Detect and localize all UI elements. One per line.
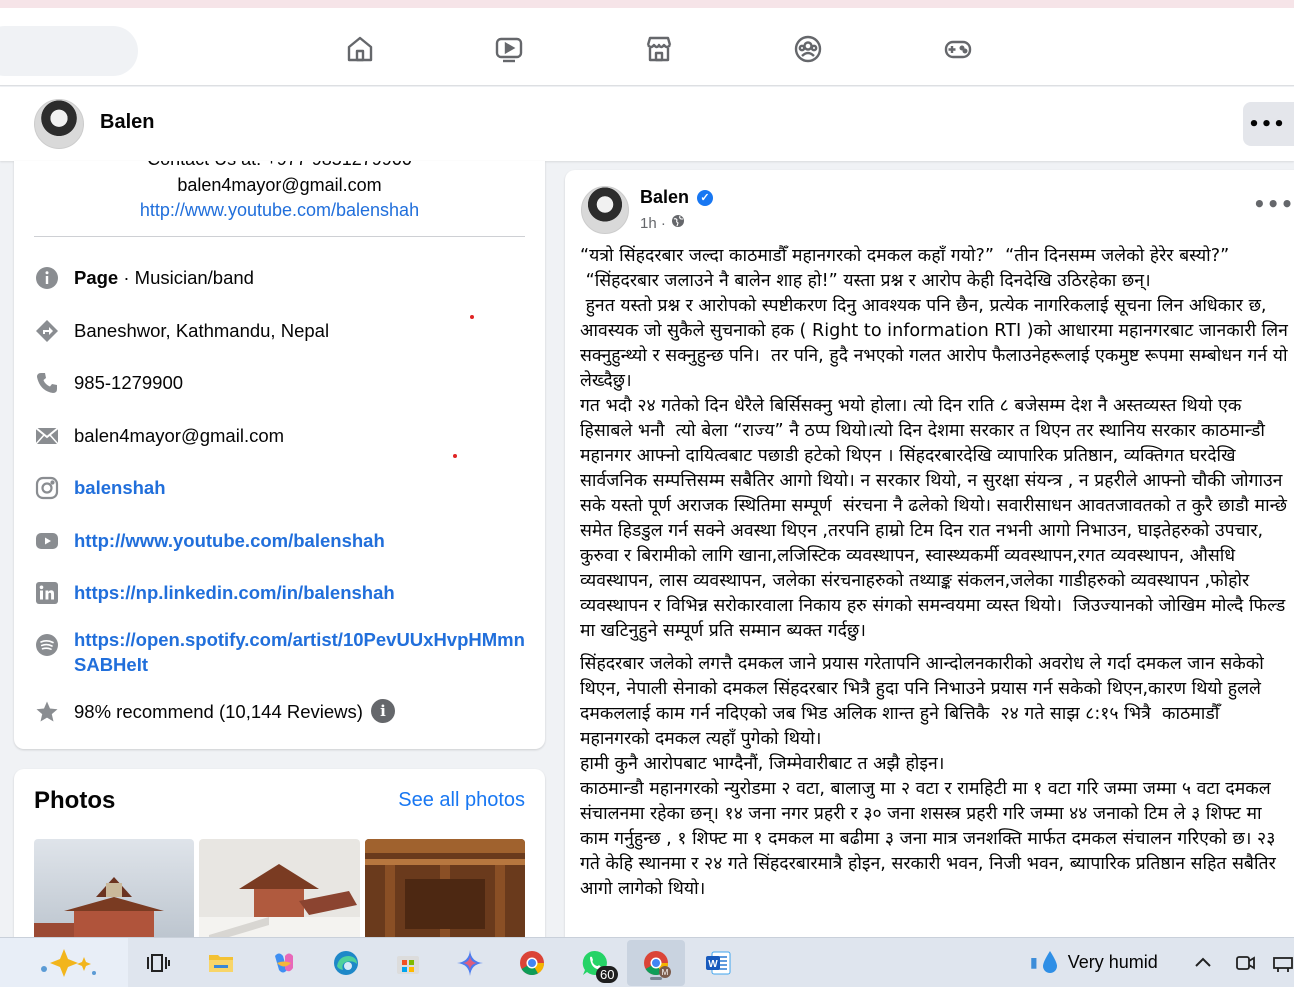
humidity-drop-icon (1042, 951, 1057, 973)
whatsapp-unread-badge: 60 (596, 966, 619, 983)
photos-title: Photos (34, 787, 116, 814)
reviews-row: 98% recommend (10,144 Reviews) i (34, 699, 534, 725)
location-row: Baneshwor, Kathmandu, Nepal (34, 318, 534, 344)
spotify-row: https://open.spotify.com/artist/10PevUUx… (34, 627, 534, 677)
thermometer-icon: ▮ (1030, 953, 1038, 970)
reviews-text: 98% recommend (10,144 Reviews) (74, 701, 363, 722)
post-timestamp[interactable]: 1h · (640, 215, 666, 232)
spotify-link-line1[interactable]: https://open.spotify.com/artist/10PevUUx… (74, 629, 525, 650)
copilot-app-icon[interactable] (265, 944, 303, 982)
marketplace-icon[interactable] (642, 32, 676, 66)
post-paragraph: काठमान्डौ महानगरको न्युरोडमा २ वटा, बाला… (580, 779, 1282, 899)
email-row: balen4mayor@gmail.com (34, 423, 534, 449)
profile-more-button[interactable]: ••• (1243, 102, 1294, 146)
phone-row: 985-1279900 (34, 370, 534, 396)
post-paragraph: सिंहदरबार जलेको लगत्तै दमकल जाने प्रयास … (580, 654, 1270, 749)
page-category: · Musician/band (118, 267, 254, 288)
page-category-row: Page · Musician/band (34, 265, 534, 291)
profile-header-bar: Balen ••• (0, 87, 1294, 161)
globe-icon (671, 214, 685, 232)
instagram-icon (34, 475, 60, 501)
microsoft-store-icon[interactable] (389, 944, 427, 982)
email-icon (34, 423, 60, 449)
groups-icon[interactable] (791, 32, 825, 66)
email-text: balen4mayor@gmail.com (74, 425, 285, 446)
active-indicator (650, 977, 662, 980)
star-icon (34, 699, 60, 725)
intro-email-text: balen4mayor@gmail.com (177, 175, 382, 195)
photo-thumbnail[interactable] (199, 839, 360, 949)
intro-card: Contact Us at: +977 9851279900 balen4may… (14, 161, 545, 749)
linkedin-icon (34, 580, 60, 606)
linkedin-link[interactable]: https://np.linkedin.com/in/balenshah (74, 580, 395, 605)
post-paragraph: हुनत यस्तो प्रश्न र आरोपको स्पष्टीकरण दि… (580, 296, 1294, 391)
directions-icon (34, 318, 60, 344)
contact-line: Contact Us at: +977 9851279900 (14, 161, 545, 170)
spotify-link-line2[interactable]: SABHeIt (74, 654, 148, 675)
location-text: Baneshwor, Kathmandu, Nepal (74, 320, 330, 341)
edge-browser-icon[interactable] (327, 944, 365, 982)
chrome-icon[interactable] (513, 944, 551, 982)
svg-text:W: W (708, 959, 718, 970)
info-icon (34, 265, 60, 291)
post-author-avatar[interactable] (581, 186, 629, 234)
linkedin-row: https://np.linkedin.com/in/balenshah (34, 580, 534, 606)
youtube-row: http://www.youtube.com/balenshah (34, 528, 534, 554)
instagram-link[interactable]: balenshah (74, 475, 166, 500)
post-paragraph: हामी कुनै आरोपबाट भाग्दैनौं, जिम्मेवारीब… (580, 754, 945, 774)
gemini-icon[interactable] (451, 944, 489, 982)
weather-text: Very humid (1067, 951, 1158, 972)
meet-now-icon[interactable] (1226, 944, 1264, 982)
file-explorer-icon[interactable] (202, 944, 240, 982)
windows-taskbar: 60 M W ▮ Very humid (0, 937, 1294, 987)
copilot-widget[interactable] (0, 938, 128, 987)
profile-name[interactable]: Balen (100, 111, 154, 134)
post-paragraph: गत भदौ २४ गतेको दिन धेरैले बिर्सिसक्नु भ… (580, 396, 1293, 641)
browser-top-strip (0, 0, 1294, 8)
photo-thumbnail[interactable] (365, 839, 525, 949)
word-icon[interactable]: W (699, 944, 737, 982)
weather-widget[interactable]: ▮ Very humid (1030, 950, 1158, 974)
verified-badge-icon: ✓ (697, 189, 714, 206)
phone-icon (34, 370, 60, 396)
whatsapp-icon[interactable]: 60 (576, 944, 619, 983)
task-view-icon[interactable] (140, 944, 178, 982)
show-hidden-icons-chevron-icon[interactable] (1184, 944, 1222, 982)
page-label: Page (74, 267, 119, 288)
youtube-icon (34, 528, 60, 554)
video-icon[interactable] (492, 32, 526, 66)
intro-youtube-link[interactable]: http://www.youtube.com/balenshah (14, 200, 545, 221)
svg-text:M: M (662, 968, 669, 977)
post-paragraph: “यत्रो सिंहदरबार जल्दा काठमाडौँ महानगरको… (580, 246, 1230, 266)
home-icon[interactable] (343, 32, 377, 66)
see-all-photos-link[interactable]: See all photos (398, 789, 525, 812)
post-card: Balen ✓ 1h · ••• “यत्रो सिंहदरबार जल्दा क… (565, 170, 1294, 987)
top-navigation-bar (0, 8, 1294, 86)
phone-text: 985-1279900 (74, 372, 184, 393)
search-box[interactable] (0, 26, 138, 76)
network-icon[interactable] (1264, 944, 1294, 982)
intro-divider (34, 236, 525, 237)
annotation-dot (470, 315, 474, 319)
chrome-profile-icon[interactable]: M (637, 944, 675, 982)
profile-avatar[interactable] (34, 99, 84, 149)
post-paragraph: “सिंहदरबार जलाउने नै बालेन शाह हो!” यस्त… (580, 271, 1151, 291)
gaming-icon[interactable] (941, 32, 975, 66)
reviews-info-icon[interactable]: i (370, 699, 395, 723)
instagram-row: balenshah (34, 475, 534, 501)
more-dots-icon: ••• (1248, 113, 1286, 135)
photo-thumbnail[interactable] (34, 839, 194, 949)
post-body: “यत्रो सिंहदरबार जल्दा काठमाडौँ महानगरको… (580, 244, 1292, 902)
youtube-link[interactable]: http://www.youtube.com/balenshah (74, 528, 385, 553)
post-author-name[interactable]: Balen (640, 187, 689, 208)
spotify-icon (34, 632, 60, 658)
post-more-options-icon[interactable]: ••• (1253, 192, 1294, 216)
annotation-dot (453, 454, 457, 458)
